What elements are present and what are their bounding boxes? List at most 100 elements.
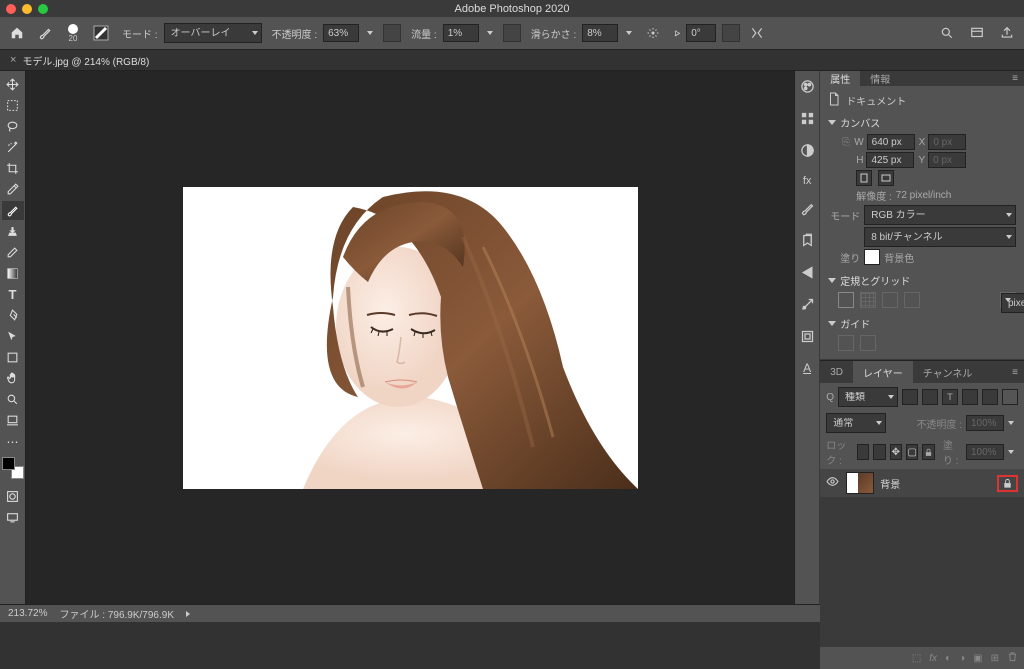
airbrush-icon[interactable] bbox=[503, 24, 521, 42]
status-more-icon[interactable] bbox=[186, 611, 190, 617]
hand-tool[interactable] bbox=[2, 369, 24, 388]
clone-stamp-tool[interactable] bbox=[2, 222, 24, 241]
actions-panel-icon[interactable] bbox=[800, 265, 815, 283]
guides-section-header[interactable]: ガイド bbox=[828, 316, 1016, 331]
filter-adjustment-icon[interactable] bbox=[922, 389, 938, 405]
shape-tool[interactable] bbox=[2, 348, 24, 367]
fg-bg-colors[interactable] bbox=[2, 457, 24, 479]
y-input[interactable] bbox=[928, 152, 966, 168]
minimize-window-button[interactable] bbox=[22, 4, 32, 14]
symmetry-icon[interactable] bbox=[746, 22, 768, 44]
libraries-panel-icon[interactable] bbox=[800, 233, 815, 251]
layer-name[interactable]: 背景 bbox=[880, 476, 991, 491]
smoothing-options-icon[interactable] bbox=[642, 22, 664, 44]
lock-position-brush-icon[interactable] bbox=[873, 444, 885, 460]
blend-mode-layer-select[interactable]: 通常 bbox=[826, 413, 886, 433]
link-layers-icon[interactable]: ⬚ bbox=[912, 653, 921, 664]
quickmask-toggle[interactable] bbox=[2, 487, 24, 506]
pressure-opacity-icon[interactable] bbox=[383, 24, 401, 42]
layer-thumbnail[interactable] bbox=[846, 472, 874, 494]
guides-icon[interactable] bbox=[882, 292, 898, 308]
pressure-size-icon[interactable] bbox=[722, 24, 740, 42]
filter-shape-icon[interactable] bbox=[962, 389, 978, 405]
adjustments-panel-icon[interactable] bbox=[800, 143, 815, 161]
layer-fill-input[interactable] bbox=[966, 444, 1004, 460]
eraser-tool[interactable] bbox=[2, 243, 24, 262]
guide-option-1[interactable] bbox=[838, 335, 854, 351]
layer-filter-select[interactable]: 種類 bbox=[838, 387, 898, 407]
home-icon[interactable] bbox=[6, 22, 28, 44]
tab-3d[interactable]: 3D bbox=[820, 361, 853, 383]
tab-properties[interactable]: 属性 bbox=[820, 71, 860, 86]
move-tool[interactable] bbox=[2, 75, 24, 94]
brush-tool-icon[interactable] bbox=[34, 22, 56, 44]
zoom-level[interactable]: 213.72% bbox=[8, 608, 47, 619]
layers-panel-menu-icon[interactable]: ≡ bbox=[1006, 361, 1024, 383]
edit-toolbar[interactable]: ⋯ bbox=[2, 432, 24, 451]
adjustment-layer-icon[interactable]: ◑ bbox=[959, 653, 965, 664]
filter-type-icon[interactable]: T bbox=[942, 389, 958, 405]
artboard-tool[interactable] bbox=[2, 411, 24, 430]
angle-input[interactable] bbox=[686, 24, 716, 42]
x-input[interactable] bbox=[928, 134, 966, 150]
orientation-portrait-button[interactable] bbox=[856, 170, 872, 186]
crop-tool[interactable] bbox=[2, 159, 24, 178]
type-tool[interactable]: T bbox=[2, 285, 24, 304]
styles-panel-icon[interactable]: fx bbox=[803, 175, 812, 187]
layer-visibility-icon[interactable] bbox=[826, 475, 840, 491]
lock-pixels-icon[interactable] bbox=[857, 444, 869, 460]
flow-input[interactable] bbox=[443, 24, 479, 42]
maximize-window-button[interactable] bbox=[38, 4, 48, 14]
layer-row-background[interactable]: 背景 bbox=[820, 469, 1024, 497]
snap-icon[interactable] bbox=[904, 292, 920, 308]
document-tab[interactable]: × モデル.jpg @ 214% (RGB/8) bbox=[0, 50, 159, 70]
search-icon[interactable] bbox=[936, 22, 958, 44]
lock-position-icon[interactable]: ✥ bbox=[890, 444, 902, 460]
lasso-tool[interactable] bbox=[2, 117, 24, 136]
path-select-tool[interactable] bbox=[2, 327, 24, 346]
new-layer-icon[interactable]: ⊞ bbox=[991, 653, 999, 664]
document-canvas[interactable] bbox=[183, 187, 638, 489]
properties-panel-menu-icon[interactable]: ≡ bbox=[1006, 71, 1024, 86]
tab-layers[interactable]: レイヤー bbox=[853, 361, 913, 383]
brush-preview[interactable]: 20 bbox=[62, 22, 84, 44]
grid-icon[interactable] bbox=[860, 292, 876, 308]
color-panel-icon[interactable] bbox=[800, 79, 815, 97]
paths-panel-icon[interactable] bbox=[800, 329, 815, 347]
marquee-tool[interactable] bbox=[2, 96, 24, 115]
character-panel-icon[interactable]: A bbox=[803, 361, 811, 375]
layer-opacity-input[interactable] bbox=[966, 415, 1004, 431]
brushes-panel-icon[interactable] bbox=[800, 201, 815, 219]
canvas-section-header[interactable]: カンバス bbox=[828, 115, 1016, 130]
width-input[interactable] bbox=[867, 134, 915, 150]
lock-artboard-icon[interactable]: ▢ bbox=[906, 444, 918, 460]
bit-depth-select[interactable]: 8 bit/チャンネル bbox=[864, 227, 1016, 247]
lock-all-icon[interactable] bbox=[922, 444, 934, 460]
workspace-switcher-icon[interactable] bbox=[966, 22, 988, 44]
filter-toggle[interactable] bbox=[1002, 389, 1018, 405]
swatches-panel-icon[interactable] bbox=[800, 111, 815, 129]
height-input[interactable] bbox=[866, 152, 914, 168]
canvas-area[interactable] bbox=[26, 71, 794, 604]
fill-color-swatch[interactable] bbox=[864, 249, 880, 265]
history-panel-icon[interactable] bbox=[800, 297, 815, 315]
ruler-icon[interactable] bbox=[838, 292, 854, 308]
gradient-tool[interactable] bbox=[2, 264, 24, 283]
rulers-section-header[interactable]: 定規とグリッド bbox=[828, 273, 1016, 288]
guide-option-2[interactable] bbox=[860, 335, 876, 351]
screen-mode-toggle[interactable] bbox=[2, 508, 24, 527]
magic-wand-tool[interactable] bbox=[2, 138, 24, 157]
link-wh-icon[interactable]: ⎘ bbox=[842, 137, 850, 148]
filter-smart-icon[interactable] bbox=[982, 389, 998, 405]
color-mode-select[interactable]: RGB カラー bbox=[864, 205, 1016, 225]
brush-tool[interactable] bbox=[2, 201, 24, 220]
smoothing-input[interactable] bbox=[582, 24, 618, 42]
orientation-landscape-button[interactable] bbox=[878, 170, 894, 186]
zoom-tool[interactable] bbox=[2, 390, 24, 409]
opacity-input[interactable] bbox=[323, 24, 359, 42]
tab-channels[interactable]: チャンネル bbox=[913, 361, 983, 383]
close-tab-icon[interactable]: × bbox=[10, 54, 16, 66]
eyedropper-tool[interactable] bbox=[2, 180, 24, 199]
pen-tool[interactable] bbox=[2, 306, 24, 325]
layer-lock-indicator[interactable] bbox=[997, 475, 1018, 492]
